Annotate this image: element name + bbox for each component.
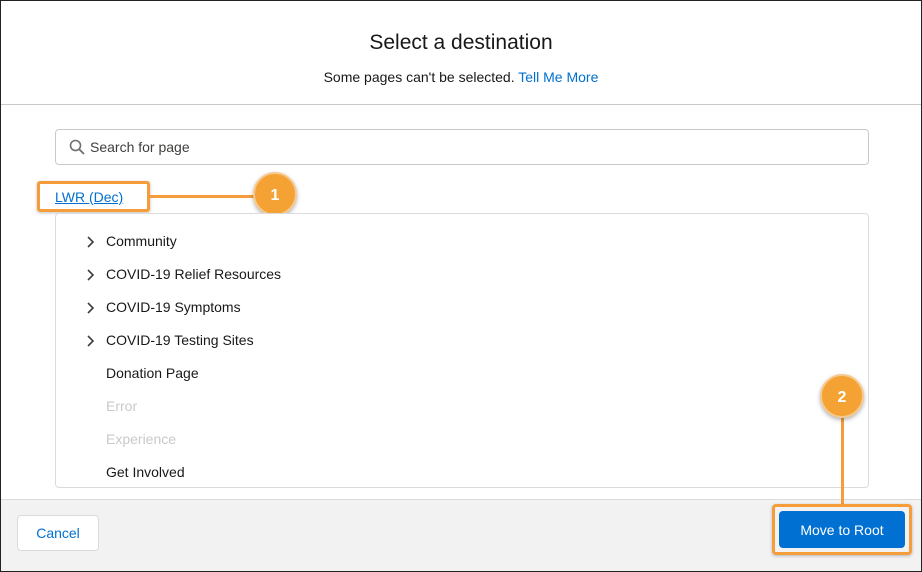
tree-item-error: Error	[56, 391, 868, 424]
modal-subtitle: Some pages can't be selected. Tell Me Mo…	[1, 69, 921, 85]
page-tree: Community COVID-19 Relief Resources COVI…	[55, 213, 869, 488]
tell-me-more-link[interactable]: Tell Me More	[518, 69, 598, 85]
move-to-root-button[interactable]: Move to Root	[779, 511, 905, 548]
tree-item-covid-testing-sites[interactable]: COVID-19 Testing Sites	[56, 325, 868, 358]
search-box[interactable]	[55, 129, 869, 165]
tree-item-label: COVID-19 Symptoms	[106, 299, 241, 315]
callout-2-connector	[841, 418, 844, 505]
subtitle-text: Some pages can't be selected.	[323, 69, 519, 85]
callout-badge-2: 2	[820, 374, 864, 418]
tree-item-covid-symptoms[interactable]: COVID-19 Symptoms	[56, 292, 868, 325]
chevron-right-icon[interactable]	[84, 235, 98, 249]
chevron-right-icon[interactable]	[84, 268, 98, 282]
tree-item-experience: Experience	[56, 424, 868, 457]
cancel-button[interactable]: Cancel	[17, 515, 99, 551]
move-to-root-highlight: Move to Root	[772, 504, 912, 555]
tree-item-community[interactable]: Community	[56, 226, 868, 259]
tree-item-get-involved[interactable]: Get Involved	[56, 457, 868, 487]
tree-item-label: Get Involved	[106, 464, 185, 480]
root-link-highlight: LWR (Dec)	[37, 181, 150, 212]
modal-header: Select a destination Some pages can't be…	[1, 1, 921, 105]
callout-1-connector	[150, 195, 254, 198]
search-icon	[69, 139, 85, 155]
tree-item-label: Error	[106, 398, 138, 414]
tree-item-label: Donation Page	[106, 365, 199, 381]
select-destination-modal: Select a destination Some pages can't be…	[0, 0, 922, 572]
search-input[interactable]	[90, 132, 850, 162]
callout-badge-1: 1	[253, 172, 297, 216]
root-breadcrumb-link[interactable]: LWR (Dec)	[55, 189, 123, 205]
tree-item-label: COVID-19 Relief Resources	[106, 266, 282, 282]
tree-item-label: Community	[106, 233, 177, 249]
chevron-right-icon[interactable]	[84, 301, 98, 315]
tree-item-covid-relief-resources[interactable]: COVID-19 Relief Resources	[56, 259, 868, 292]
chevron-right-icon[interactable]	[84, 334, 98, 348]
modal-title: Select a destination	[369, 31, 553, 54]
tree-item-donation-page[interactable]: Donation Page	[56, 358, 868, 391]
tree-item-label: COVID-19 Testing Sites	[106, 332, 254, 348]
tree-item-label: Experience	[106, 431, 177, 447]
